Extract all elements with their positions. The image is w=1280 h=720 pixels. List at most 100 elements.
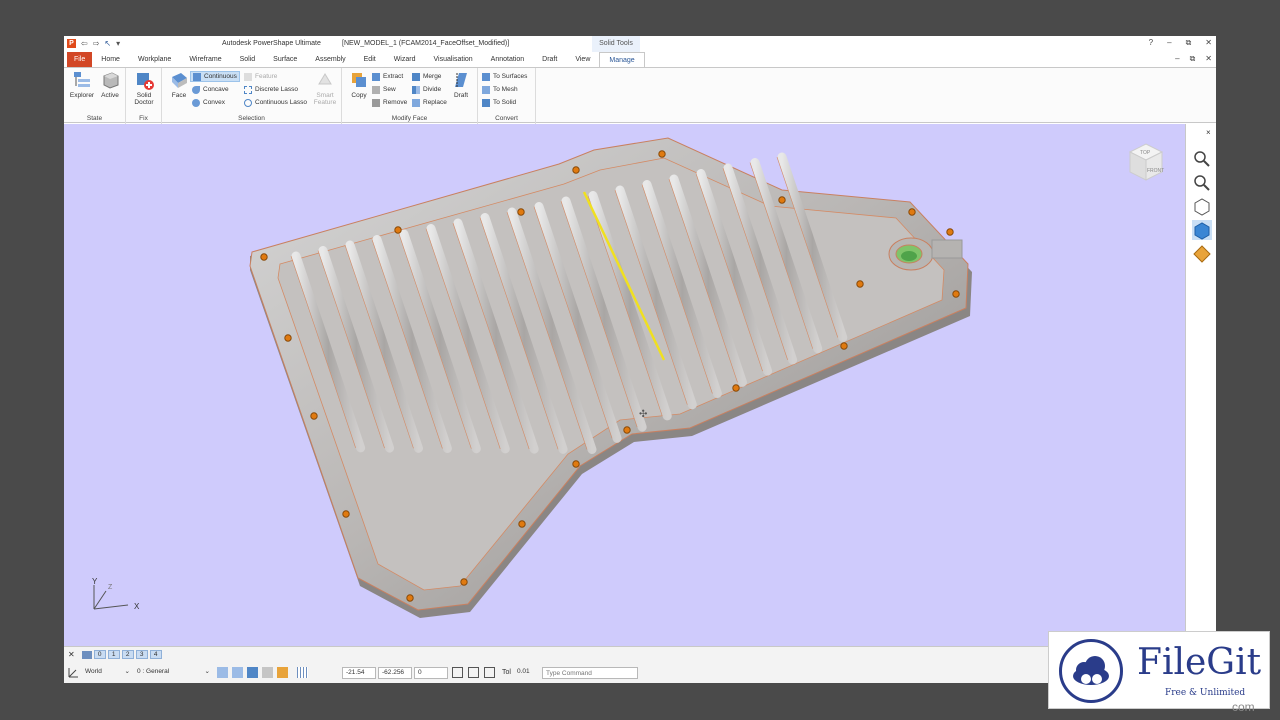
bolt-hole[interactable]: [460, 578, 468, 586]
bolt-hole[interactable]: [572, 166, 580, 174]
relative-mode-icon[interactable]: [484, 667, 495, 678]
bolt-hole[interactable]: [342, 510, 350, 518]
graphics-viewport[interactable]: ✣ TOP FRONT X Y Z: [64, 124, 1185, 646]
coord-x-field[interactable]: -21.54: [342, 667, 376, 679]
tab-manage[interactable]: Manage: [599, 52, 645, 67]
bolt-hole[interactable]: [658, 150, 666, 158]
bolt-hole[interactable]: [260, 253, 268, 261]
view-tab-3[interactable]: 3: [135, 650, 148, 659]
lock-icon[interactable]: [262, 667, 273, 678]
view-tab-0[interactable]: 0: [93, 650, 106, 659]
extract-button[interactable]: Extract: [372, 71, 403, 82]
bolt-hole[interactable]: [518, 520, 526, 528]
zoom-window-icon[interactable]: [1192, 148, 1212, 168]
bolt-hole[interactable]: [310, 412, 318, 420]
command-input[interactable]: [542, 667, 638, 679]
tab-wireframe[interactable]: Wireframe: [180, 52, 230, 67]
doc-minimize-button[interactable]: –: [1175, 54, 1179, 64]
level-select[interactable]: 0 : General ⌄: [134, 667, 212, 679]
bolt-hole[interactable]: [856, 280, 864, 288]
workplane-icon[interactable]: [68, 667, 79, 678]
draft-button[interactable]: Draft: [446, 70, 476, 99]
powershape-logo[interactable]: P: [67, 39, 76, 48]
to-surfaces-button[interactable]: To Surfaces: [482, 71, 527, 82]
to-solid-button[interactable]: To Solid: [482, 97, 516, 108]
continuous-button[interactable]: Continuous: [190, 71, 240, 82]
select-arrow-icon[interactable]: ↖: [104, 39, 111, 48]
bolt-hole[interactable]: [406, 594, 414, 602]
restore-button[interactable]: ⧉: [1186, 38, 1192, 48]
printer-icon[interactable]: [277, 667, 288, 678]
smart-feature-button[interactable]: Smart Feature: [310, 70, 340, 106]
divide-button[interactable]: Divide: [412, 84, 441, 95]
tab-solid[interactable]: Solid: [231, 52, 265, 67]
tolerance-field[interactable]: 0.01: [514, 667, 538, 679]
tab-annotation[interactable]: Annotation: [482, 52, 533, 67]
sew-button[interactable]: Sew: [372, 84, 396, 95]
tab-wizard[interactable]: Wizard: [385, 52, 425, 67]
wireframe-view-icon[interactable]: [1192, 196, 1212, 216]
minimize-button[interactable]: –: [1167, 38, 1171, 48]
bolt-hole[interactable]: [517, 208, 525, 216]
bolt-hole[interactable]: [952, 290, 960, 298]
bolt-hole[interactable]: [623, 426, 631, 434]
calculator-icon[interactable]: [468, 667, 479, 678]
feature-button[interactable]: Feature: [244, 71, 277, 82]
close-button[interactable]: ✕: [1205, 38, 1212, 48]
absolute-mode-icon[interactable]: [452, 667, 463, 678]
discrete-lasso-button[interactable]: Discrete Lasso: [244, 84, 298, 95]
copy-button[interactable]: Copy: [344, 70, 374, 99]
draft-shading-icon[interactable]: [1192, 244, 1212, 264]
coord-y-field[interactable]: -62.256: [378, 667, 412, 679]
tab-view[interactable]: View: [566, 52, 599, 67]
tab-surface[interactable]: Surface: [264, 52, 306, 67]
tab-edit[interactable]: Edit: [355, 52, 385, 67]
concave-button[interactable]: Concave: [192, 84, 229, 95]
model-canvas[interactable]: ✣ TOP FRONT X Y Z: [64, 124, 1185, 646]
snap-icon[interactable]: [217, 667, 228, 678]
shaded-view-icon[interactable]: [1192, 220, 1212, 240]
coord-z-field[interactable]: 0: [414, 667, 448, 679]
bolt-hole[interactable]: [946, 228, 954, 236]
tab-assembly[interactable]: Assembly: [306, 52, 354, 67]
view-tab-2[interactable]: 2: [121, 650, 134, 659]
intelligent-cursor-icon[interactable]: [232, 667, 243, 678]
bolt-hole[interactable]: [840, 342, 848, 350]
help-icon[interactable]: ?: [1149, 38, 1153, 48]
doc-restore-button[interactable]: ⧉: [1190, 54, 1196, 64]
bolt-hole[interactable]: [732, 384, 740, 392]
replace-button[interactable]: Replace: [412, 97, 447, 108]
continuous-lasso-button[interactable]: Continuous Lasso: [244, 97, 307, 108]
explorer-button[interactable]: Explorer: [67, 70, 97, 99]
statusbar-close-icon[interactable]: ✕: [68, 650, 75, 659]
merge-button[interactable]: Merge: [412, 71, 441, 82]
tab-home[interactable]: Home: [92, 52, 129, 67]
bolt-hole[interactable]: [572, 460, 580, 468]
undo-icon[interactable]: ⇦: [81, 39, 88, 48]
tab-workplane[interactable]: Workplane: [129, 52, 180, 67]
bolt-hole[interactable]: [778, 196, 786, 204]
view-toolbar-close-icon[interactable]: ×: [1206, 128, 1211, 137]
to-mesh-button[interactable]: To Mesh: [482, 84, 518, 95]
workplane-select[interactable]: World ⌄: [82, 667, 132, 679]
redo-icon[interactable]: ⇨: [93, 39, 100, 48]
tab-visualisation[interactable]: Visualisation: [424, 52, 481, 67]
view-tab-1[interactable]: 1: [107, 650, 120, 659]
tab-draft[interactable]: Draft: [533, 52, 566, 67]
smart-cursor-icon[interactable]: [247, 667, 258, 678]
view-cube[interactable]: TOP FRONT: [1128, 143, 1164, 181]
solid-doctor-button[interactable]: Solid Doctor: [129, 70, 159, 106]
bolt-hole[interactable]: [394, 226, 402, 234]
zoom-icon[interactable]: [1192, 172, 1212, 192]
active-button[interactable]: Active: [95, 70, 125, 99]
grid-icon[interactable]: [297, 667, 308, 678]
tab-file[interactable]: File: [67, 52, 93, 67]
bolt-hole[interactable]: [284, 334, 292, 342]
convex-button[interactable]: Convex: [192, 97, 225, 108]
doc-close-button[interactable]: ✕: [1205, 54, 1212, 64]
bolt-hole[interactable]: [908, 208, 916, 216]
view-tab-4[interactable]: 4: [149, 650, 162, 659]
views-icon[interactable]: [81, 650, 92, 659]
remove-button[interactable]: Remove: [372, 97, 407, 108]
customize-dropdown-icon[interactable]: ▾: [116, 39, 120, 48]
